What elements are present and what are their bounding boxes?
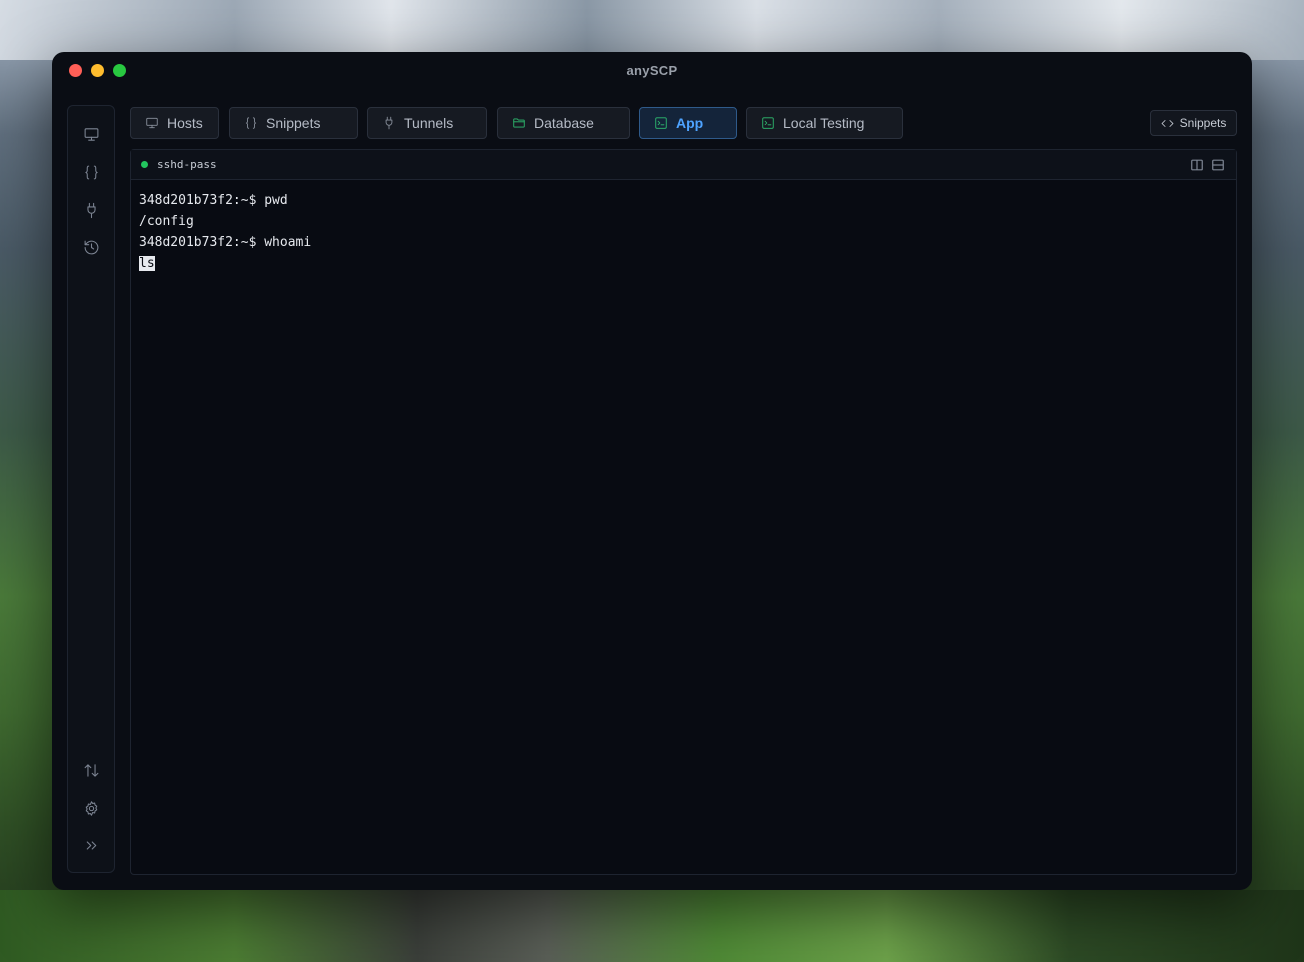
- gear-icon: [85, 800, 97, 816]
- tab-snippets[interactable]: Snippets: [229, 107, 358, 139]
- plug-icon: [385, 116, 393, 130]
- sidebar-expand[interactable]: [81, 835, 101, 855]
- session-name: sshd-pass: [157, 158, 217, 171]
- app-window: anySCP Hosts Snippets Tunnels Database A…: [52, 52, 1252, 890]
- tab-hosts[interactable]: Hosts: [130, 107, 219, 139]
- folder-icon: [513, 118, 525, 128]
- sidebar-tunnels[interactable]: [81, 200, 101, 220]
- plug-icon: [86, 202, 96, 218]
- split-vertical-icon: [1191, 159, 1203, 171]
- sidebar: [67, 105, 115, 873]
- connection-status-dot: [141, 161, 148, 168]
- terminal-icon: [655, 117, 667, 129]
- wallpaper-mountains: [0, 0, 1304, 60]
- split-horizontal-icon: [1212, 159, 1224, 171]
- tab-database[interactable]: Database: [497, 107, 630, 139]
- code-icon: [1161, 119, 1174, 127]
- snippets-button[interactable]: Snippets: [1150, 110, 1237, 136]
- sidebar-snippets[interactable]: [81, 162, 101, 182]
- tab-label: Database: [534, 115, 594, 131]
- expand-icon: [86, 840, 96, 850]
- monitor-icon: [146, 117, 158, 129]
- history-icon: [84, 240, 98, 254]
- braces-icon: [84, 165, 98, 179]
- braces-icon: [245, 117, 257, 129]
- snippets-button-label: Snippets: [1179, 116, 1227, 130]
- terminal-input-line[interactable]: ls: [139, 253, 311, 274]
- terminal-line: 348d201b73f2:~$ whoami: [139, 235, 312, 250]
- wallpaper-meadow: [0, 890, 1304, 962]
- monitor-icon: [84, 127, 98, 141]
- terminal-icon: [762, 117, 774, 129]
- sidebar-history[interactable]: [81, 237, 101, 257]
- transfer-icon: [84, 763, 98, 777]
- split-horizontal-button[interactable]: [1211, 158, 1225, 172]
- terminal-output[interactable]: 348d201b73f2:~$ pwd /config 348d201b73f2…: [139, 190, 311, 274]
- window-title: anySCP: [626, 63, 678, 78]
- tab-local-testing[interactable]: Local Testing: [746, 107, 903, 139]
- tab-tunnels[interactable]: Tunnels: [367, 107, 487, 139]
- tab-label: Hosts: [167, 115, 203, 131]
- sidebar-settings[interactable]: [81, 798, 101, 818]
- tab-label: Snippets: [266, 115, 321, 131]
- terminal-cursor-input: ls: [139, 256, 155, 271]
- sidebar-hosts[interactable]: [81, 124, 101, 144]
- tab-label: Local Testing: [783, 115, 865, 131]
- terminal-line: /config: [139, 214, 194, 229]
- terminal-panel: sshd-pass 348d201b73f2:~$ pwd /config 34…: [130, 149, 1237, 875]
- tab-app[interactable]: App: [639, 107, 737, 139]
- split-vertical-button[interactable]: [1190, 158, 1204, 172]
- terminal-line: 348d201b73f2:~$ pwd: [139, 193, 288, 208]
- sidebar-transfers[interactable]: [81, 760, 101, 780]
- terminal-header: sshd-pass: [131, 150, 1236, 180]
- tab-label: App: [676, 115, 704, 131]
- tab-label: Tunnels: [404, 115, 454, 131]
- title-bar[interactable]: anySCP: [52, 52, 1252, 90]
